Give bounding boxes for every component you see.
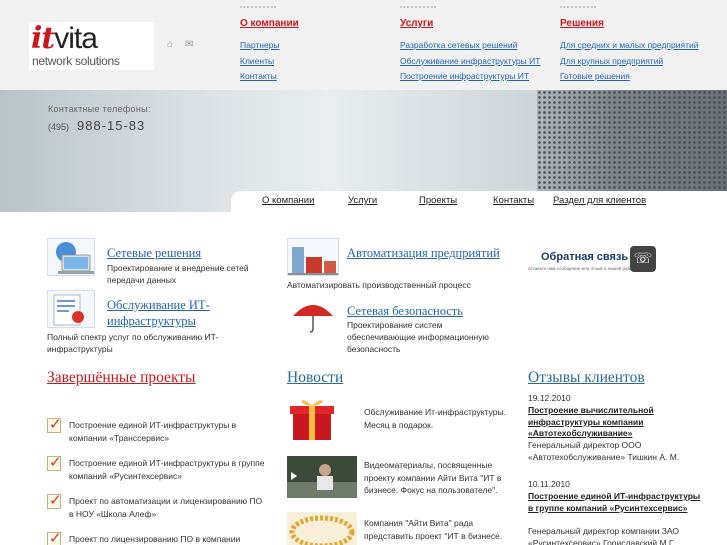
divider: [560, 6, 596, 12]
nav-link-ready[interactable]: Готовые решения: [560, 69, 720, 85]
mail-icon[interactable]: ✉: [185, 40, 193, 50]
feedback-subtitle: оставьте нам сообщение или отзыв о нашей…: [528, 266, 637, 271]
video-thumbnail[interactable]: [287, 456, 357, 498]
security-umbrella-image[interactable]: [287, 296, 339, 334]
service-desc-network: Проектирование и внедрение сетей передач…: [107, 263, 249, 285]
headset-icon: ☏: [630, 246, 656, 272]
tab-services[interactable]: Услуги: [348, 195, 377, 206]
nav-link-clients[interactable]: Клиенты: [240, 54, 400, 70]
header: itvita network solutions ⌂ ✉ О компании …: [0, 0, 727, 90]
main-tabs: О компании Услуги Проекты Контакты Разде…: [231, 191, 727, 212]
nav-column-company: О компании Партнеры Клиенты Контакты: [240, 4, 400, 85]
logo-it: it: [31, 21, 55, 56]
review-date: 19.12.2010: [528, 393, 571, 403]
nav-column-services: Услуги Разработка сетевых решений Обслуж…: [400, 4, 560, 85]
news-item-text[interactable]: Видеоматериалы, посвященные проекту комп…: [364, 459, 514, 497]
news-heading[interactable]: Новости: [287, 369, 343, 387]
phone-code: (495): [48, 122, 70, 132]
project-text: Построение единой ИТ-инфраструктуры в ко…: [69, 420, 237, 443]
home-icon[interactable]: ⌂: [167, 40, 173, 50]
checkbox-icon: [47, 453, 62, 471]
service-desc-it-maintenance: Полный спектр услуг по обслуживанию ИТ-и…: [47, 332, 219, 354]
nav-link-it-building[interactable]: Построение инфраструктуры ИТ: [400, 69, 560, 85]
gift-image[interactable]: [287, 394, 337, 442]
phone-number: 988-15-83: [77, 118, 146, 133]
nav-link-partners[interactable]: Партнеры: [240, 38, 400, 54]
nav-link-smb[interactable]: Для средних и малых предприятий: [560, 38, 720, 54]
tab-projects[interactable]: Проекты: [419, 195, 457, 206]
completed-projects-heading[interactable]: Завершённые проекты: [47, 369, 195, 387]
logo-vita: vita: [54, 22, 98, 55]
news-image[interactable]: [287, 512, 357, 545]
service-title-automation[interactable]: Автоматизация предприятий: [347, 245, 507, 261]
reviews-heading[interactable]: Отзывы клиентов: [528, 369, 645, 387]
news-item-text[interactable]: Обслуживание Ит-инфраструктуры. Месяц в …: [364, 406, 514, 431]
nav-head-company[interactable]: О компании: [240, 18, 400, 29]
feedback-button[interactable]: Обратная связь оставьте нам сообщение ил…: [527, 244, 658, 274]
nav-column-solutions: Решения Для средних и малых предприятий …: [560, 4, 720, 85]
logo-subtitle: network solutions: [32, 54, 120, 68]
contacts-label: Контактные телефоны:: [48, 104, 151, 114]
checkbox-icon: [47, 529, 62, 545]
service-title-network[interactable]: Сетевые решения: [107, 245, 201, 261]
divider: [240, 6, 276, 12]
service-desc-security: Проектирование систем обеспечивающие инф…: [347, 320, 489, 354]
tab-clients-section[interactable]: Раздел для клиентов: [553, 195, 646, 206]
it-maintenance-image[interactable]: [47, 290, 95, 328]
tab-company[interactable]: О компании: [262, 195, 314, 206]
service-desc-automation: Автоматизировать производственный процес…: [287, 280, 471, 290]
nav-link-it-maintenance[interactable]: Обслуживание инфраструктуры ИТ: [400, 54, 560, 70]
nav-head-solutions[interactable]: Решения: [560, 18, 720, 29]
nav-head-services[interactable]: Услуги: [400, 18, 560, 29]
project-text: Проект по автоматизации и лицензированию…: [69, 496, 263, 519]
nav-link-contacts[interactable]: Контакты: [240, 69, 400, 85]
review-text: Генеральный директор компании ЗАО «Русин…: [528, 526, 680, 545]
nav-link-network-dev[interactable]: Разработка сетевых решений: [400, 38, 560, 54]
news-item-text[interactable]: Компания "Айти Вита" рада представить пр…: [364, 517, 514, 542]
checkbox-icon: [47, 415, 62, 433]
tab-contacts[interactable]: Контакты: [493, 195, 534, 206]
service-title-security[interactable]: Сетевая безопасность: [347, 303, 463, 319]
nav-link-enterprise[interactable]: Для крупных предприятий: [560, 54, 720, 70]
review-text: Генеральный директор ООО «Автотехобслужи…: [528, 440, 680, 462]
checkbox-icon: [47, 491, 62, 509]
logo[interactable]: itvita network solutions: [29, 22, 154, 70]
review-date: 10.11.2010: [528, 479, 570, 489]
project-text: Построение единой ИТ-инфраструктуры в гр…: [69, 458, 265, 481]
feedback-title: Обратная связь: [541, 251, 629, 263]
review-link[interactable]: Построение вычислительной инфраструктуры…: [528, 405, 703, 440]
automation-image[interactable]: [287, 238, 339, 276]
network-solutions-image[interactable]: [47, 238, 95, 276]
review-link[interactable]: Построение единой ИТ-инфраструктуры в гр…: [528, 491, 703, 514]
service-title-it-maintenance[interactable]: Обслуживание ИТ-инфраструктуры: [107, 297, 257, 329]
project-text: Проект по лицензированию ПО в компании: [69, 534, 241, 544]
divider: [400, 6, 436, 12]
